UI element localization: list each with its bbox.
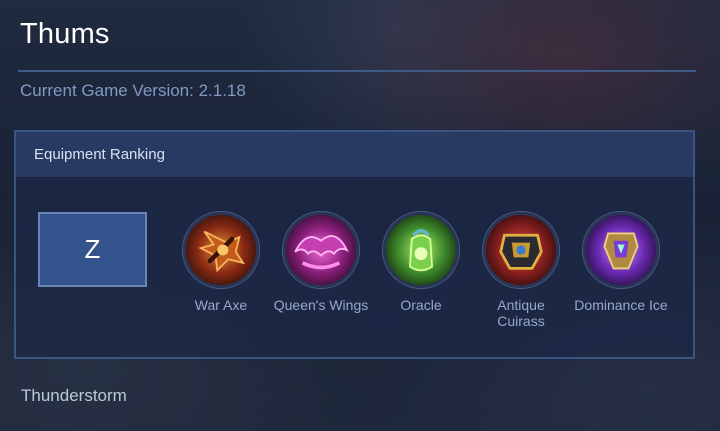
equipment-item-antique-cuirass[interactable]: Antique Cuirass: [466, 212, 576, 329]
item-label: Dominance Ice: [574, 297, 668, 313]
oracle-icon: [383, 212, 459, 288]
panel-header: Equipment Ranking: [16, 132, 693, 177]
antique-cuirass-icon: [483, 212, 559, 288]
rank-label: Z: [84, 234, 101, 264]
dominance-ice-icon: [583, 212, 659, 288]
queens-wings-icon: [283, 212, 359, 288]
equipment-item-dominance-ice[interactable]: Dominance Ice: [566, 212, 676, 313]
equipment-item-war-axe[interactable]: War Axe: [166, 212, 276, 313]
game-version: Current Game Version: 2.1.18: [20, 81, 246, 100]
item-label: War Axe: [194, 297, 248, 313]
title-divider: [18, 70, 696, 72]
item-label: Oracle: [400, 297, 442, 313]
hero-name: Thums: [20, 18, 110, 50]
hero-detail-page: Thums Current Game Version: 2.1.18 Equip…: [0, 0, 720, 431]
rank-badge: Z: [38, 212, 147, 287]
equipment-ranking-panel: Equipment Ranking Z War Axe Queen's Wing…: [14, 130, 695, 359]
section-title-thunderstorm: Thunderstorm: [21, 386, 127, 405]
equipment-item-oracle[interactable]: Oracle: [366, 212, 476, 313]
war-axe-icon: [183, 212, 259, 288]
item-label: Antique Cuirass: [497, 297, 545, 329]
item-label: Queen's Wings: [273, 297, 369, 313]
panel-title: Equipment Ranking: [34, 146, 165, 163]
equipment-item-queens-wings[interactable]: Queen's Wings: [266, 212, 376, 313]
